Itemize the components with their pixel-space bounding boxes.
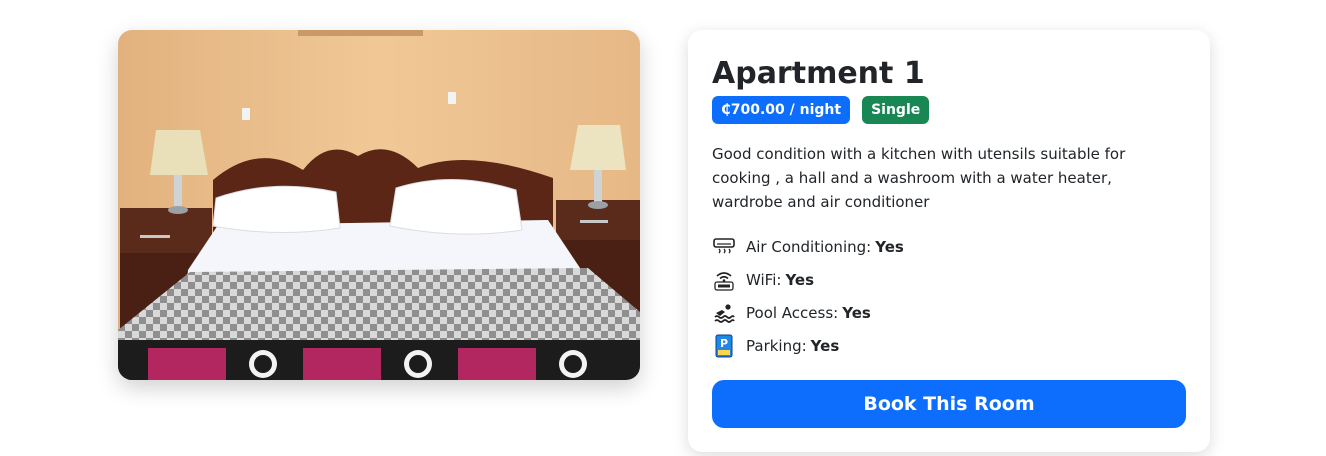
amenity-list: Air Conditioning: Yes WiFi: Yes Pool Acc… (712, 230, 1186, 362)
price-badge: ₵700.00 / night (712, 96, 851, 124)
amenity-value: Yes (810, 336, 840, 355)
svg-text:P: P (720, 337, 728, 350)
room-title: Apartment 1 (712, 56, 925, 91)
swimming-icon (712, 301, 736, 325)
amenity-value: Yes (875, 237, 904, 256)
amenity-label: Pool Access: (746, 303, 839, 322)
room-description: Good condition with a kitchen with utens… (712, 145, 1126, 211)
amenity-parking: P Parking: Yes (712, 329, 1186, 362)
room-type-badge: Single (862, 96, 930, 124)
amenity-label: WiFi: (746, 270, 782, 289)
air-conditioner-icon (712, 235, 736, 259)
amenity-label: Air Conditioning: (746, 237, 872, 256)
parking-icon: P (712, 334, 736, 358)
amenity-value: Yes (785, 270, 815, 289)
room-details-card: Apartment 1 ₵700.00 / night Single Good … (688, 30, 1210, 452)
wifi-icon (712, 268, 736, 292)
amenity-air-conditioning: Air Conditioning: Yes (712, 230, 1186, 263)
badge-row: ₵700.00 / night Single (712, 96, 1186, 124)
book-room-button[interactable]: Book This Room (712, 380, 1186, 428)
amenity-value: Yes (842, 303, 871, 322)
room-photo (118, 30, 640, 380)
amenity-wifi: WiFi: Yes (712, 263, 1186, 296)
amenity-label: Parking: (746, 336, 807, 355)
amenity-pool-access: Pool Access: Yes (712, 296, 1186, 329)
